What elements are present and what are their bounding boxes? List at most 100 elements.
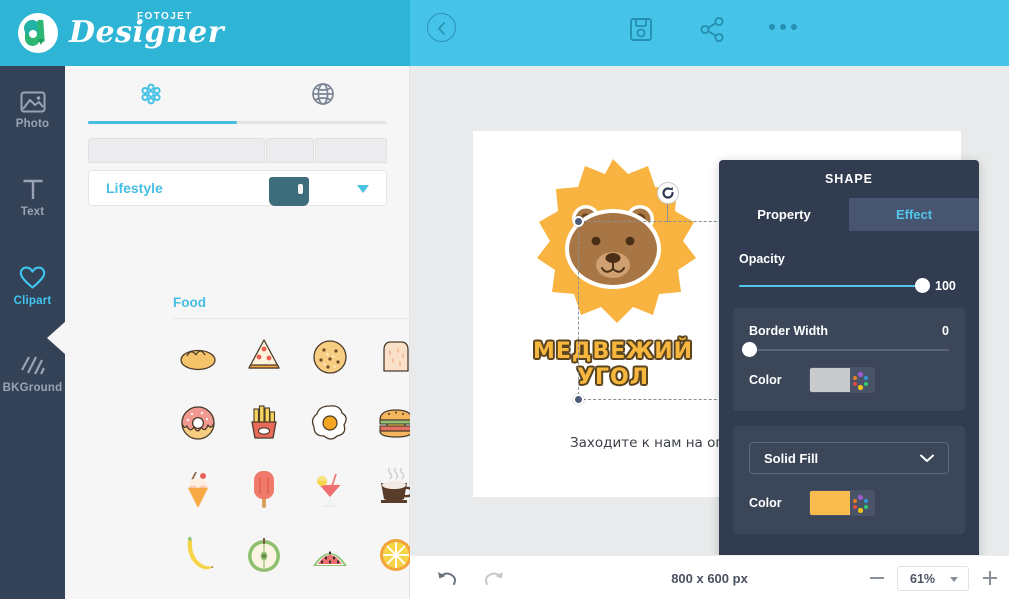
panel-segmented-row[interactable] — [88, 138, 387, 163]
more-options-button[interactable] — [769, 24, 797, 30]
opacity-slider-fill — [739, 285, 922, 287]
sidebar-item-bkground[interactable]: BKGround — [0, 345, 65, 403]
ice-cream-cone-clipart[interactable] — [165, 456, 231, 522]
cocktail-clipart[interactable] — [297, 456, 363, 522]
tab-online-clipart[interactable] — [237, 66, 409, 122]
border-slider-track[interactable] — [741, 342, 949, 357]
redo-icon — [485, 572, 503, 585]
opacity-slider-knob[interactable] — [914, 278, 930, 293]
rotate-handle-icon — [661, 186, 674, 199]
popsicle-clipart[interactable] — [231, 456, 297, 522]
orange-clipart[interactable] — [297, 588, 363, 599]
pineapple-clipart[interactable] — [165, 588, 231, 599]
sidebar-item-clipart[interactable]: Clipart — [0, 257, 65, 315]
resize-handle-top-left[interactable] — [573, 216, 584, 227]
category-divider — [173, 318, 429, 319]
segment-b[interactable] — [266, 138, 314, 163]
caret-down-icon — [357, 185, 369, 193]
banana-clipart[interactable] — [165, 522, 231, 588]
back-button[interactable] — [427, 13, 456, 42]
fill-type-dropdown[interactable]: Solid Fill — [749, 442, 949, 474]
tab-effect[interactable]: Effect — [849, 198, 979, 231]
brand-header: FOTOJET Designer — [0, 0, 410, 66]
editor-toolbar — [410, 0, 1009, 66]
text-icon — [23, 179, 42, 199]
bread-loaf-clipart[interactable] — [165, 324, 231, 390]
opacity-label: Opacity — [739, 252, 785, 266]
fill-color-swatch-button[interactable] — [809, 490, 875, 516]
border-color-row: Color — [749, 367, 949, 393]
photo-icon — [20, 91, 45, 112]
share-nodes-icon — [700, 16, 724, 43]
color-wheel-icon[interactable] — [850, 368, 874, 392]
pizza-slice-clipart[interactable] — [231, 324, 297, 390]
color-wheel-icon[interactable] — [850, 491, 874, 515]
opacity-label-row: Opacity — [739, 252, 959, 266]
border-slider-knob[interactable] — [741, 342, 757, 357]
sidebar-item-label: BKGround — [2, 382, 63, 394]
chevron-down-icon — [920, 454, 934, 462]
redo-button[interactable] — [483, 569, 505, 592]
fill-color-swatch[interactable] — [810, 491, 850, 515]
chevron-left-circle-icon — [438, 22, 445, 35]
mug-icon — [269, 175, 319, 208]
save-button[interactable] — [628, 16, 654, 48]
border-slider-row[interactable] — [741, 342, 949, 357]
sidebar-item-text[interactable]: Text — [0, 169, 65, 227]
heart-icon — [19, 266, 46, 289]
fill-color-label: Color — [749, 496, 782, 510]
category-dropdown-label: Lifestyle — [106, 180, 163, 196]
french-fries-clipart[interactable] — [231, 390, 297, 456]
border-card: Border Width 0 Color — [733, 308, 965, 411]
shape-panel-title: SHAPE — [824, 172, 874, 186]
border-width-value: 0 — [942, 324, 949, 338]
sidebar-item-photo[interactable]: Photo — [0, 81, 65, 139]
brand-text: FOTOJET Designer — [69, 11, 224, 50]
category-dropdown[interactable]: Lifestyle — [88, 170, 387, 206]
flower-icon — [141, 83, 161, 105]
border-color-swatch[interactable] — [810, 368, 850, 392]
opacity-value: 100 — [935, 279, 956, 293]
clipart-category-title: Food — [173, 295, 206, 310]
save-floppy-icon — [630, 18, 652, 41]
fill-type-label: Solid Fill — [764, 450, 819, 466]
fotojet-designer-app: FOTOJET Designer Photo Text Clipart BKGr… — [0, 0, 1009, 599]
donut-clipart[interactable] — [165, 390, 231, 456]
zoom-level-value: 61% — [910, 571, 936, 586]
tab-underline-active — [88, 121, 237, 124]
watermelon-clipart[interactable] — [297, 522, 363, 588]
bottom-status-bar: 800 x 600 px 61% — [410, 555, 1009, 599]
opacity-slider-row[interactable]: 100 — [739, 278, 959, 293]
strawberry-clipart[interactable] — [231, 588, 297, 599]
segment-c[interactable] — [315, 138, 387, 163]
fried-egg-clipart[interactable] — [297, 390, 363, 456]
hatch-pattern-icon — [21, 356, 45, 375]
sidebar-item-label: Clipart — [13, 294, 52, 307]
fill-card: Solid Fill Color — [733, 426, 965, 534]
share-button[interactable] — [699, 16, 726, 48]
border-color-swatch-button[interactable] — [809, 367, 875, 393]
zoom-out-button[interactable] — [870, 577, 884, 579]
app-logo[interactable]: FOTOJET Designer — [18, 11, 224, 53]
clipart-grid — [165, 324, 445, 599]
sidebar-item-label: Photo — [15, 117, 50, 130]
zoom-level-dropdown[interactable]: 61% — [897, 566, 969, 591]
undo-icon — [438, 572, 456, 585]
tab-builtin-clipart[interactable] — [65, 66, 237, 122]
tab-property[interactable]: Property — [719, 198, 849, 231]
sidebar-item-label: Text — [20, 206, 45, 218]
segment-a[interactable] — [88, 138, 265, 163]
border-width-label: Border Width — [749, 324, 829, 338]
border-color-label: Color — [749, 373, 782, 387]
rotate-handle[interactable] — [656, 182, 679, 204]
resize-handle-bottom-left[interactable] — [573, 394, 584, 405]
opacity-slider-track[interactable] — [739, 278, 930, 293]
left-rail: Photo Text Clipart BKGround — [0, 66, 66, 599]
shape-properties-panel: SHAPE Property Effect Opacity 100 Border… — [719, 160, 979, 560]
brand-superlabel: FOTOJET — [137, 11, 193, 22]
cookie-clipart[interactable] — [297, 324, 363, 390]
undo-button[interactable] — [436, 569, 458, 592]
zoom-in-button-vertical — [989, 571, 991, 585]
caret-down-icon — [950, 577, 958, 582]
apple-half-clipart[interactable] — [231, 522, 297, 588]
